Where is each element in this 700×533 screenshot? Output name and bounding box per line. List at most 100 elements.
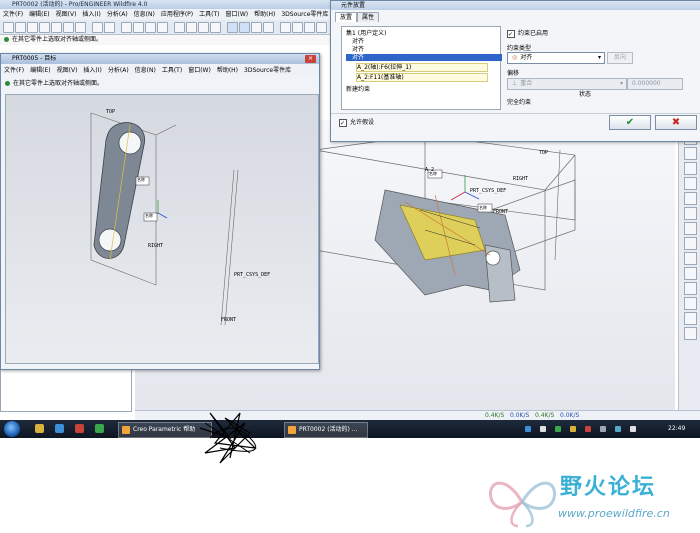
- repaint-icon[interactable]: [174, 22, 185, 33]
- no-hidden-icon[interactable]: [251, 22, 262, 33]
- menu-file[interactable]: 文件(F): [0, 9, 26, 20]
- tray-app-icon[interactable]: [585, 426, 591, 432]
- menu-view[interactable]: 视图(V): [53, 9, 80, 20]
- cancel-button[interactable]: ✖: [655, 115, 697, 130]
- tray-security-icon[interactable]: [555, 426, 561, 432]
- hidden-line-icon[interactable]: [239, 22, 250, 33]
- undo-icon[interactable]: [92, 22, 103, 33]
- new-constraint-item[interactable]: 新建约束: [346, 86, 370, 93]
- dialog-titlebar[interactable]: 元件放置: [331, 1, 700, 10]
- app-icon[interactable]: [95, 424, 104, 433]
- select-icon[interactable]: [145, 22, 156, 33]
- pattern-icon[interactable]: [684, 282, 697, 295]
- target-menu-window[interactable]: 窗口(W): [185, 65, 214, 76]
- menu-edit[interactable]: 编辑(E): [26, 9, 52, 20]
- constraint-item-2[interactable]: 对齐: [352, 46, 364, 53]
- allow-assumptions-option[interactable]: ✓ 允许假设: [339, 117, 374, 127]
- menu-help[interactable]: 帮助(H): [251, 9, 278, 20]
- shell-icon[interactable]: [684, 297, 697, 310]
- constraint-set-root[interactable]: 集1 (用户定义): [346, 30, 386, 37]
- target-menu-info[interactable]: 信息(N): [132, 65, 159, 76]
- datum-axis-icon[interactable]: [292, 22, 303, 33]
- constraint-ref-1[interactable]: A_2(轴):F6(拉伸_1): [356, 63, 488, 72]
- rib-icon[interactable]: [684, 312, 697, 325]
- print-icon[interactable]: [39, 22, 50, 33]
- filter-icon[interactable]: [157, 22, 168, 33]
- target-part-window[interactable]: PRT0005 - 目标 × 文件(F) 编辑(E) 视图(V) 插入(I) 分析(A)…: [0, 53, 320, 370]
- find-icon[interactable]: [133, 22, 144, 33]
- regenerate-icon[interactable]: [121, 22, 132, 33]
- taskbar-task-proe[interactable]: PRT0002 (活动的) ...: [284, 422, 368, 438]
- target-menu-file[interactable]: 文件(F): [1, 65, 27, 76]
- target-menu-tools[interactable]: 工具(T): [159, 65, 185, 76]
- constraint-type-select[interactable]: ◎ 对齐 ▾: [507, 52, 605, 64]
- sketch-icon[interactable]: [684, 237, 697, 250]
- tray-network-icon[interactable]: [525, 426, 531, 432]
- copy-icon[interactable]: [75, 22, 86, 33]
- shading-icon[interactable]: [263, 22, 274, 33]
- datum-plane-icon[interactable]: [280, 22, 291, 33]
- offset-number-field[interactable]: 0.000000: [627, 78, 683, 90]
- zoom-out-icon[interactable]: [210, 22, 221, 33]
- offset-select[interactable]: ⊥ 重合 ▾: [507, 78, 627, 90]
- zoom-in-icon[interactable]: [198, 22, 209, 33]
- ie-icon[interactable]: [55, 424, 64, 433]
- round-icon[interactable]: [684, 207, 697, 220]
- new-file-icon[interactable]: [3, 22, 14, 33]
- ok-button[interactable]: ✔: [609, 115, 651, 130]
- explorer-icon[interactable]: [35, 424, 44, 433]
- tab-properties[interactable]: 属性: [357, 12, 380, 22]
- save-icon[interactable]: [27, 22, 38, 33]
- email-icon[interactable]: [51, 22, 62, 33]
- target-menu-edit[interactable]: 编辑(E): [27, 65, 53, 76]
- constraint-item-1[interactable]: 对齐: [352, 38, 364, 45]
- allow-assumptions-checkbox[interactable]: ✓: [339, 119, 347, 127]
- chamfer-icon[interactable]: [684, 222, 697, 235]
- revolve-icon[interactable]: [684, 147, 697, 160]
- target-window-titlebar[interactable]: PRT0005 - 目标 ×: [1, 54, 319, 64]
- target-menu-3dsource[interactable]: 3DSource零件库: [241, 65, 294, 76]
- close-icon[interactable]: ×: [305, 55, 316, 63]
- menu-info[interactable]: 信息(N): [131, 9, 158, 20]
- mirror-icon[interactable]: [684, 267, 697, 280]
- tray-display-icon[interactable]: [600, 426, 606, 432]
- open-file-icon[interactable]: [15, 22, 26, 33]
- menu-applications[interactable]: 应用程序(P): [158, 9, 196, 20]
- tray-update-icon[interactable]: [570, 426, 576, 432]
- target-menu-help[interactable]: 帮助(H): [214, 65, 241, 76]
- tray-flag-icon[interactable]: [630, 426, 636, 432]
- draft-icon[interactable]: [684, 327, 697, 340]
- datum-point-icon[interactable]: [304, 22, 315, 33]
- target-graphics-viewport[interactable]: PRT_CSYS_DEF TOP FRONT RIGHT 名称 名称: [5, 94, 319, 364]
- assemble-icon[interactable]: [684, 162, 697, 175]
- menu-3dsource[interactable]: 3DSource零件库: [278, 9, 331, 20]
- flip-button[interactable]: 反向: [607, 52, 633, 64]
- menu-analysis[interactable]: 分析(A): [104, 9, 131, 20]
- menu-insert[interactable]: 插入(I): [79, 9, 103, 20]
- constraint-item-selected[interactable]: 对齐: [346, 54, 502, 61]
- refit-icon[interactable]: [186, 22, 197, 33]
- model-tree-panel[interactable]: [0, 368, 132, 412]
- curve-icon[interactable]: [684, 252, 697, 265]
- start-button-icon[interactable]: [4, 421, 20, 437]
- target-menu-view[interactable]: 视图(V): [54, 65, 81, 76]
- menu-window[interactable]: 窗口(W): [223, 9, 252, 20]
- target-menu-insert[interactable]: 插入(I): [80, 65, 104, 76]
- constraint-enabled-checkbox[interactable]: ✓: [507, 30, 515, 38]
- redo-icon[interactable]: [104, 22, 115, 33]
- cut-icon[interactable]: [63, 22, 74, 33]
- wireframe-icon[interactable]: [227, 22, 238, 33]
- constraint-tree[interactable]: 集1 (用户定义) 对齐 对齐 对齐 A_2(轴):F6(拉伸_1) A_2:F…: [341, 26, 502, 110]
- tab-placement[interactable]: 放置: [335, 12, 358, 22]
- menu-tools[interactable]: 工具(T): [196, 9, 222, 20]
- csys-icon[interactable]: [316, 22, 327, 33]
- tray-volume-icon[interactable]: [540, 426, 546, 432]
- component-placement-dialog[interactable]: 元件放置 放置 属性 集1 (用户定义) 对齐 对齐 对齐 A_2(轴):F6(…: [330, 0, 700, 142]
- media-icon[interactable]: [75, 424, 84, 433]
- tray-ime-icon[interactable]: [615, 426, 621, 432]
- constraint-enabled-toggle[interactable]: ✓ 约束已启用: [507, 28, 548, 38]
- target-menu-analysis[interactable]: 分析(A): [105, 65, 132, 76]
- hole-icon[interactable]: [684, 192, 697, 205]
- create-component-icon[interactable]: [684, 177, 697, 190]
- constraint-ref-2[interactable]: A_2:F11(基准轴): [356, 73, 488, 82]
